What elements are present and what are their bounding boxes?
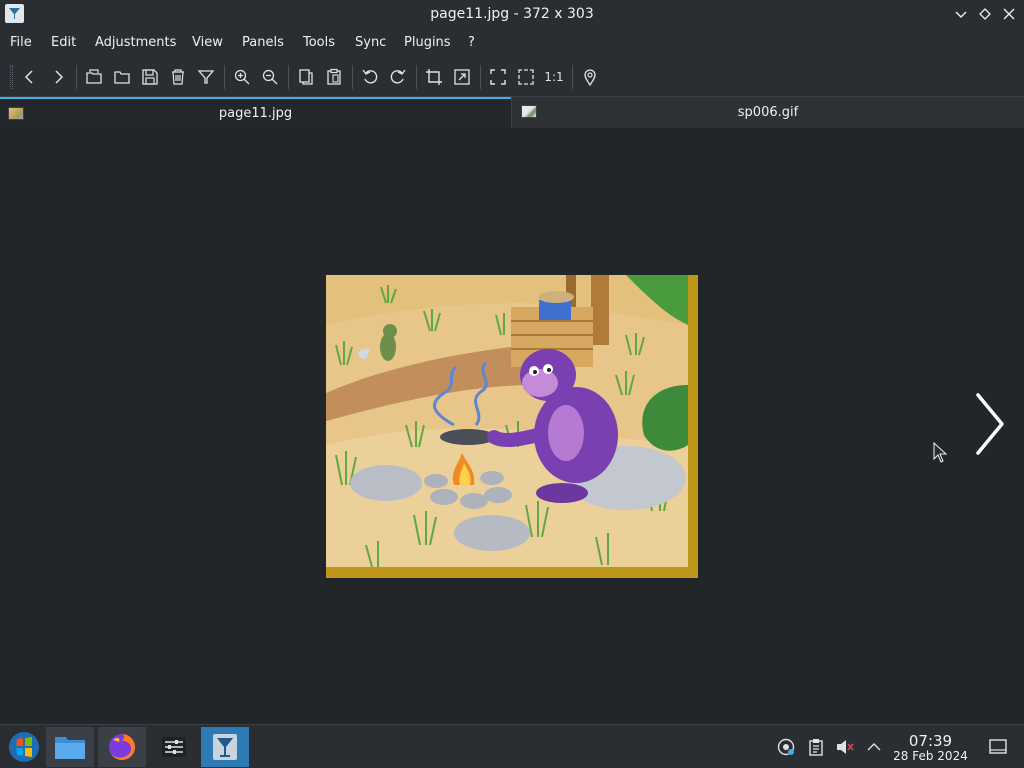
maximize-button[interactable] — [975, 4, 995, 24]
rotate-right-icon[interactable] — [387, 66, 409, 88]
window-title: page11.jpg - 372 x 303 — [430, 6, 594, 22]
next-icon[interactable] — [47, 66, 69, 88]
delete-icon[interactable] — [167, 66, 189, 88]
toolbar-separator — [224, 65, 225, 89]
menu-plugins[interactable]: Plugins — [404, 35, 451, 50]
save-icon[interactable] — [139, 66, 161, 88]
menu-edit[interactable]: Edit — [51, 35, 76, 50]
clock-time[interactable]: 07:39 — [894, 732, 967, 750]
copy-icon[interactable] — [295, 66, 317, 88]
fullscreen-icon[interactable] — [487, 66, 509, 88]
menu-help[interactable]: ? — [468, 35, 475, 50]
tab-bar: page11.jpg sp006.gif — [0, 97, 1024, 128]
taskbar: 07:39 28 Feb 2024 — [0, 724, 1024, 768]
menu-view[interactable]: View — [192, 35, 223, 50]
toolbar-separator — [416, 65, 417, 89]
fit-icon[interactable] — [515, 66, 537, 88]
paste-icon[interactable] — [323, 66, 345, 88]
mouse-cursor-icon — [933, 441, 949, 464]
network-icon[interactable] — [776, 737, 796, 757]
start-menu-icon[interactable] — [0, 727, 48, 767]
tab-thumbnail — [8, 107, 24, 120]
tab-label: page11.jpg — [218, 106, 293, 121]
zoom-out-icon[interactable] — [259, 66, 281, 88]
close-button[interactable] — [999, 4, 1019, 24]
title-bar: page11.jpg - 372 x 303 — [0, 0, 1024, 29]
filter-icon[interactable] — [195, 66, 217, 88]
image-viewer-icon[interactable] — [201, 727, 249, 767]
clock-date[interactable]: 28 Feb 2024 — [890, 749, 971, 763]
toolbar-separator — [352, 65, 353, 89]
minimize-button[interactable] — [951, 4, 971, 24]
show-desktop-icon[interactable] — [988, 737, 1008, 757]
tab-page11[interactable]: page11.jpg — [0, 97, 511, 128]
tab-thumbnail — [521, 105, 537, 118]
next-image-arrow[interactable] — [972, 391, 1008, 461]
location-icon[interactable] — [579, 66, 601, 88]
browse-icon[interactable] — [83, 66, 105, 88]
firefox-icon[interactable] — [98, 727, 146, 767]
displayed-image — [326, 275, 698, 578]
toolbar-separator — [572, 65, 573, 89]
tab-label: sp006.gif — [737, 105, 799, 120]
settings-icon[interactable] — [150, 727, 198, 767]
file-manager-icon[interactable] — [46, 727, 94, 767]
toolbar-separator — [76, 65, 77, 89]
menu-adjustments[interactable]: Adjustments — [95, 35, 176, 50]
toolbar-separator — [288, 65, 289, 89]
open-icon[interactable] — [111, 66, 133, 88]
crop-icon[interactable] — [423, 66, 445, 88]
toolbar-grip[interactable] — [10, 65, 13, 89]
menu-panels[interactable]: Panels — [242, 35, 284, 50]
chevron-up-icon[interactable] — [864, 737, 884, 757]
resize-icon[interactable] — [451, 66, 473, 88]
menu-file[interactable]: File — [10, 35, 32, 50]
volume-muted-icon[interactable] — [835, 737, 855, 757]
image-viewer[interactable] — [0, 128, 1024, 724]
clipboard-icon[interactable] — [806, 737, 826, 757]
toolbar: 1:1 — [0, 57, 1024, 97]
menu-sync[interactable]: Sync — [355, 35, 386, 50]
previous-icon[interactable] — [19, 66, 41, 88]
tab-sp006[interactable]: sp006.gif — [511, 97, 1024, 128]
zoom-in-icon[interactable] — [231, 66, 253, 88]
rotate-left-icon[interactable] — [359, 66, 381, 88]
toolbar-separator — [480, 65, 481, 89]
menu-bar: File Edit Adjustments View Panels Tools … — [0, 29, 1024, 57]
menu-tools[interactable]: Tools — [303, 35, 335, 50]
actual-size-icon[interactable]: 1:1 — [543, 66, 565, 88]
